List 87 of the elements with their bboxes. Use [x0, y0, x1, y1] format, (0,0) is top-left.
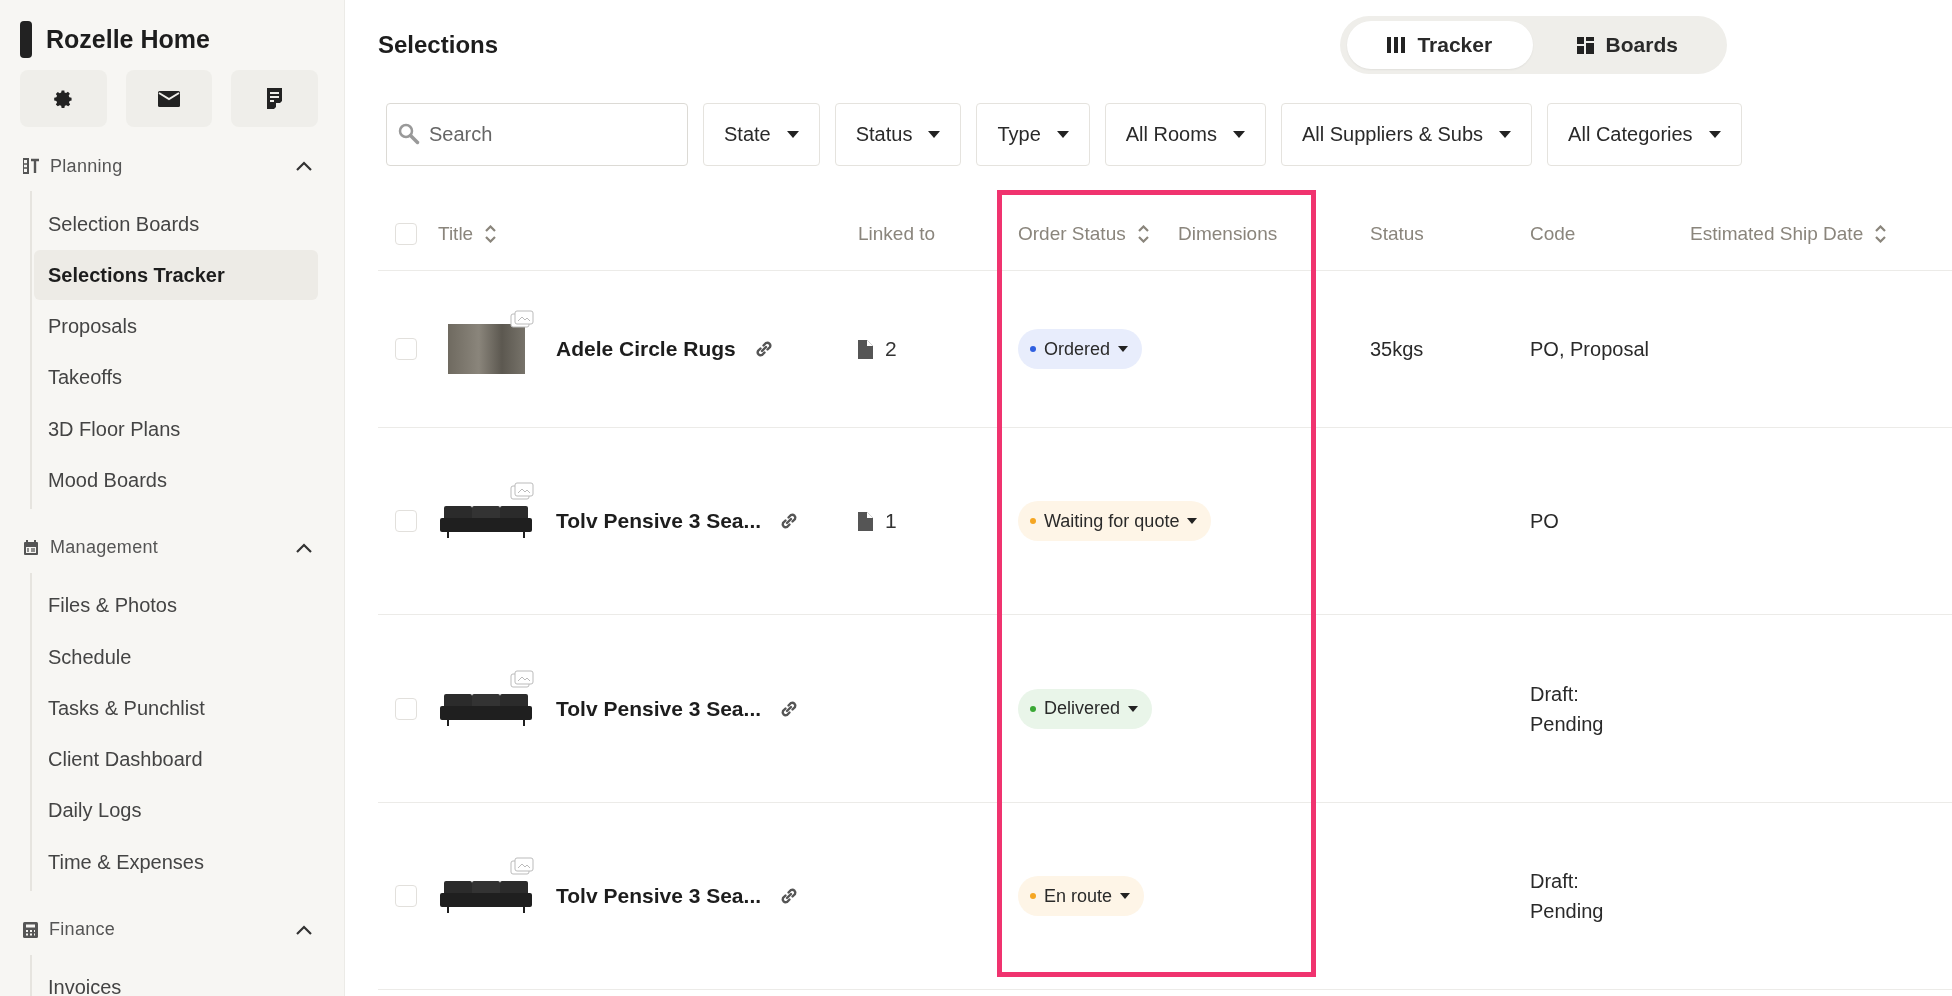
calendar-icon — [23, 539, 39, 556]
item-title[interactable]: Tolv Pensive 3 Sea... — [556, 884, 762, 908]
sidebar-item[interactable]: Time & Expenses — [34, 837, 318, 888]
caret-down-icon — [1499, 131, 1512, 138]
column-header[interactable]: Title — [430, 190, 840, 271]
gallery-icon[interactable] — [510, 857, 534, 875]
filter-dropdown[interactable]: All Suppliers & Subs — [1280, 103, 1533, 166]
file-icon — [858, 339, 873, 359]
row-checkbox[interactable] — [395, 885, 417, 907]
table-cell-text: 35kgs — [1370, 337, 1424, 362]
caret-down-icon — [786, 131, 799, 138]
grid-icon — [1576, 36, 1594, 54]
item-title[interactable]: Adele Circle Rugs — [556, 337, 736, 361]
column-header: Dimensions — [1158, 190, 1316, 271]
order-status-dropdown[interactable]: En route — [1018, 876, 1145, 916]
column-header: Code — [1512, 190, 1672, 271]
view-tab[interactable]: Tracker — [1347, 21, 1533, 69]
sidebar-section-header[interactable]: Management — [20, 522, 318, 573]
columns-icon — [1387, 37, 1406, 53]
filter-dropdown[interactable]: Type — [976, 103, 1090, 166]
filter-dropdown[interactable]: All Rooms — [1104, 103, 1266, 166]
workspace-title: Rozelle Home — [46, 24, 210, 54]
sort-icon[interactable] — [1875, 225, 1887, 243]
table-cell-text: Draft: Pending — [1530, 869, 1604, 924]
document-icon — [266, 88, 284, 109]
notes-button[interactable] — [231, 70, 318, 127]
sort-icon[interactable] — [1137, 225, 1149, 243]
column-header: Status — [1316, 190, 1512, 271]
table-cell-text: PO, Proposal — [1530, 337, 1649, 362]
caret-down-icon — [1187, 518, 1198, 524]
filter-dropdown[interactable]: State — [703, 103, 820, 166]
file-icon — [858, 511, 873, 531]
gallery-icon[interactable] — [510, 310, 534, 328]
column-header[interactable]: Estimated Ship Date — [1672, 190, 1952, 271]
gallery-icon[interactable] — [510, 482, 534, 500]
calculator-icon — [23, 921, 38, 938]
filter-dropdown[interactable]: Status — [834, 103, 962, 166]
caret-down-icon — [928, 131, 941, 138]
caret-down-icon — [1232, 131, 1245, 138]
planning-icon — [23, 158, 39, 174]
page-title: Selections — [378, 31, 499, 59]
item-title[interactable]: Tolv Pensive 3 Sea... — [556, 509, 762, 533]
sidebar-item[interactable]: Client Dashboard — [34, 734, 318, 785]
search-icon — [398, 123, 420, 145]
caret-down-icon — [1708, 131, 1721, 138]
sidebar-item[interactable]: Files & Photos — [34, 580, 318, 631]
sidebar-item[interactable]: Mood Boards — [34, 455, 318, 506]
sort-icon[interactable] — [485, 225, 497, 243]
settings-button[interactable] — [20, 70, 107, 127]
order-status-dropdown[interactable]: Waiting for quote — [1018, 501, 1212, 541]
caret-down-icon — [1128, 705, 1139, 712]
envelope-icon — [158, 90, 180, 107]
column-header[interactable]: Order Status — [997, 190, 1158, 271]
inbox-button[interactable] — [125, 70, 213, 127]
select-all-checkbox[interactable] — [395, 223, 417, 245]
order-status-dropdown[interactable]: Ordered — [1018, 329, 1143, 369]
row-checkbox[interactable] — [395, 697, 417, 720]
settings-icon — [52, 87, 75, 110]
sidebar-item[interactable]: Selections Tracker — [34, 250, 318, 301]
order-status-dropdown[interactable]: Delivered — [1018, 688, 1153, 729]
sidebar-item[interactable]: Daily Logs — [34, 785, 318, 836]
sidebar-item[interactable]: 3D Floor Plans — [34, 404, 318, 455]
gallery-icon[interactable] — [510, 669, 534, 688]
sidebar-item[interactable]: Proposals — [34, 301, 318, 352]
caret-down-icon — [1118, 346, 1129, 352]
caret-down-icon — [1120, 893, 1131, 899]
sidebar-item[interactable]: Tasks & Punchlist — [34, 683, 318, 734]
sidebar-item[interactable]: Schedule — [34, 632, 318, 683]
linked-count[interactable]: 2 — [885, 337, 897, 361]
table-cell-text: PO — [1530, 509, 1559, 534]
view-tab[interactable]: Boards — [1534, 21, 1720, 69]
caret-down-icon — [1056, 131, 1069, 138]
sidebar-item[interactable]: Takeoffs — [34, 352, 318, 403]
search-field[interactable]: Search — [386, 103, 688, 166]
sidebar-section-header[interactable]: Planning — [20, 141, 318, 191]
logo-bar-icon — [20, 20, 32, 58]
linked-count[interactable]: 1 — [885, 509, 897, 533]
link-icon[interactable] — [753, 339, 774, 359]
table-cell-text: Draft: Pending — [1530, 681, 1604, 737]
sidebar-section-header[interactable]: Finance — [20, 904, 318, 955]
row-checkbox[interactable] — [395, 338, 417, 360]
filter-dropdown[interactable]: All Categories — [1547, 103, 1742, 166]
item-title[interactable]: Tolv Pensive 3 Sea... — [556, 696, 762, 721]
sidebar-item[interactable]: Invoices — [34, 962, 318, 996]
row-checkbox[interactable] — [395, 510, 417, 532]
column-header: Linked to — [840, 190, 997, 271]
sidebar-item[interactable]: Selection Boards — [34, 199, 318, 249]
